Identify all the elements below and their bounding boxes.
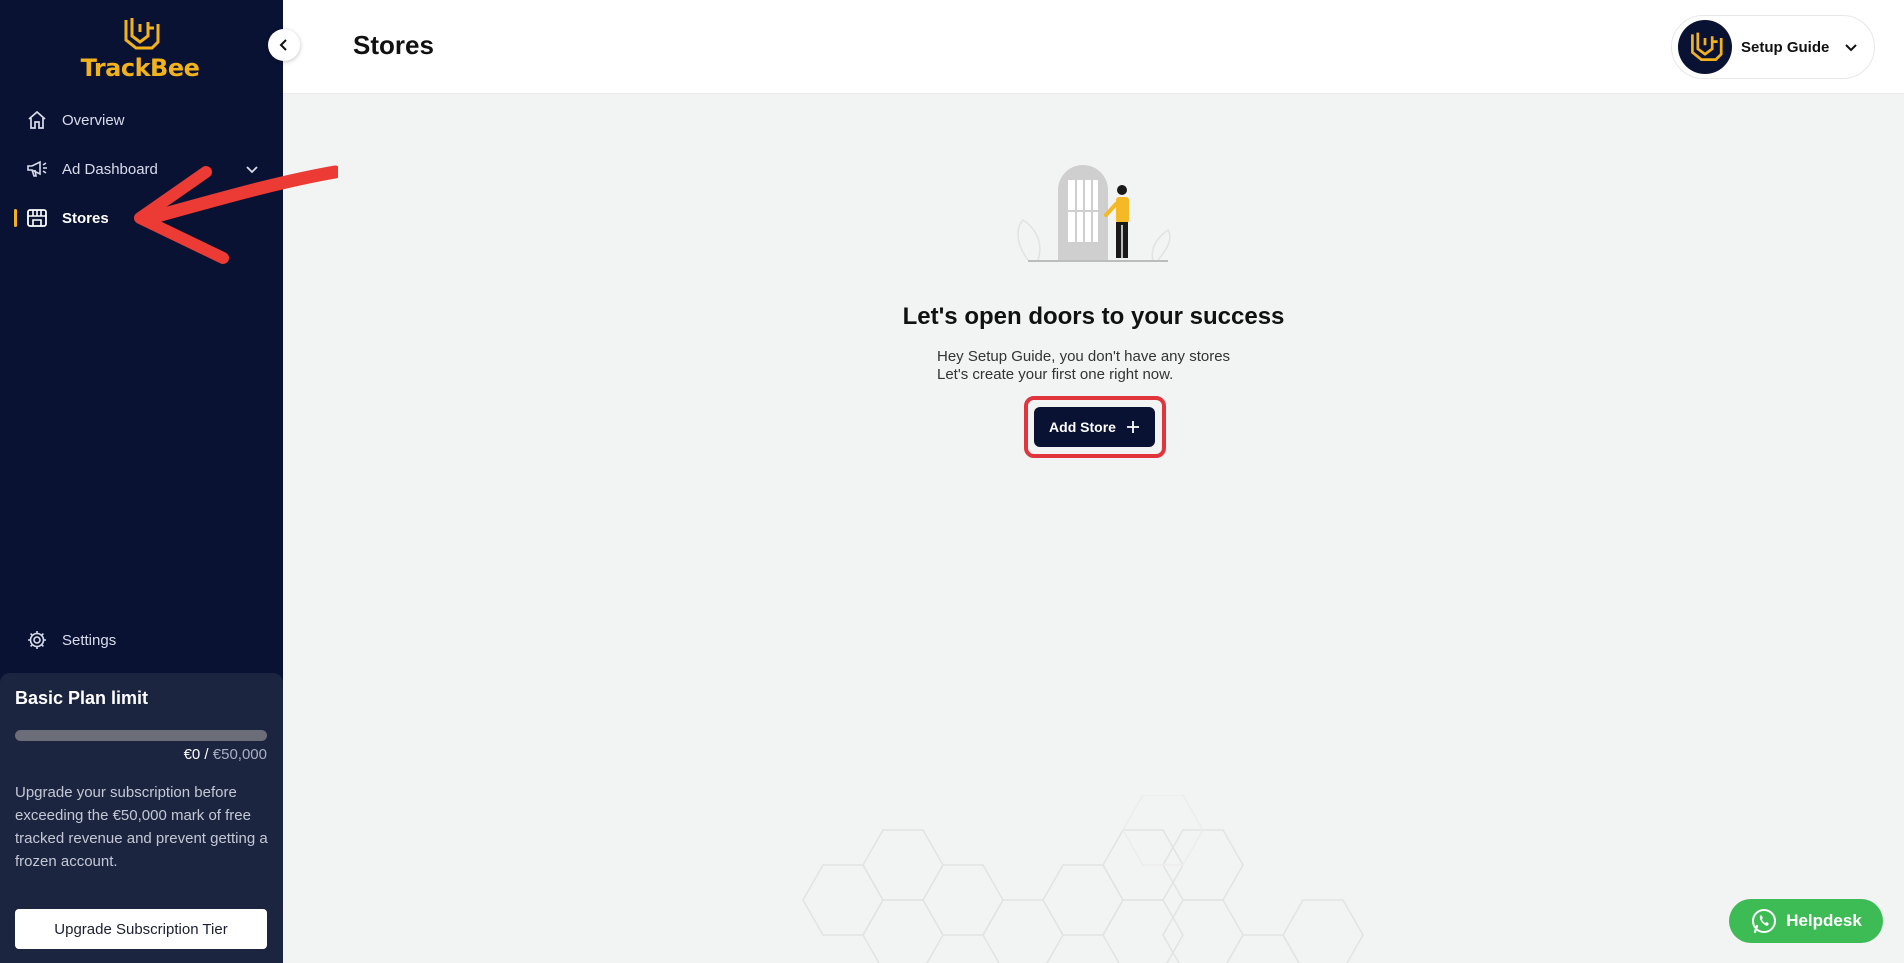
user-menu[interactable]: Setup Guide xyxy=(1671,15,1875,79)
plan-separator: / xyxy=(200,746,213,763)
user-name: Setup Guide xyxy=(1741,38,1830,56)
sidebar-item-label: Stores xyxy=(62,209,109,227)
plan-title: Basic Plan limit xyxy=(15,688,149,708)
top-header: Stores Setup Guide xyxy=(283,0,1904,94)
plan-used: €0 xyxy=(183,746,201,763)
door-illustration xyxy=(1017,165,1171,262)
hexagon-background-pattern xyxy=(802,795,1364,963)
avatar xyxy=(1678,20,1732,74)
active-indicator xyxy=(14,209,17,227)
sidebar: TrackBee Overview Ad Dashboard Stores Se… xyxy=(0,0,283,963)
empty-state-title: Let's open doors to your success xyxy=(902,303,1285,330)
upgrade-subscription-button[interactable]: Upgrade Subscription Tier xyxy=(15,909,267,949)
sidebar-item-label: Settings xyxy=(62,631,117,649)
home-icon xyxy=(26,109,48,131)
helpdesk-button[interactable]: Helpdesk xyxy=(1729,899,1883,943)
plan-amount: €0 / €50,000 xyxy=(15,746,267,763)
trackbee-logo-icon xyxy=(124,18,160,50)
empty-state-description: Hey Setup Guide, you don't have any stor… xyxy=(937,348,1230,384)
sidebar-item-label: Overview xyxy=(62,111,125,129)
main-content: Let's open doors to your success Hey Set… xyxy=(283,95,1904,963)
gear-icon xyxy=(26,629,48,651)
annotation-arrow xyxy=(134,165,338,264)
page-title: Stores xyxy=(353,30,434,60)
trackbee-logo[interactable]: TrackBee xyxy=(60,14,220,84)
megaphone-icon xyxy=(26,158,48,180)
collapse-sidebar-button[interactable] xyxy=(268,29,300,61)
sidebar-item-settings[interactable]: Settings xyxy=(0,622,283,658)
empty-state-line: Hey Setup Guide, you don't have any stor… xyxy=(937,348,1231,365)
helpdesk-label: Helpdesk xyxy=(1786,911,1862,930)
plan-description: Upgrade your subscription before exceedi… xyxy=(15,784,268,870)
chevron-down-icon xyxy=(1845,44,1858,52)
empty-state-line: Let's create your first one right now. xyxy=(937,366,1174,383)
whatsapp-icon xyxy=(1752,909,1777,934)
logo-text: TrackBee xyxy=(80,54,200,82)
chevron-left-icon xyxy=(279,39,287,51)
sidebar-item-overview[interactable]: Overview xyxy=(0,102,283,138)
store-icon xyxy=(26,207,48,229)
plan-limit: €50,000 xyxy=(212,746,267,763)
plan-progress-bar xyxy=(15,730,267,741)
add-store-button[interactable]: Add Store xyxy=(1034,407,1155,447)
trackbee-avatar-icon xyxy=(1691,32,1723,61)
add-store-label: Add Store xyxy=(1049,419,1116,435)
plan-limit-card: Basic Plan limit €0 / €50,000 Upgrade yo… xyxy=(0,673,283,963)
plus-icon xyxy=(1126,421,1139,433)
